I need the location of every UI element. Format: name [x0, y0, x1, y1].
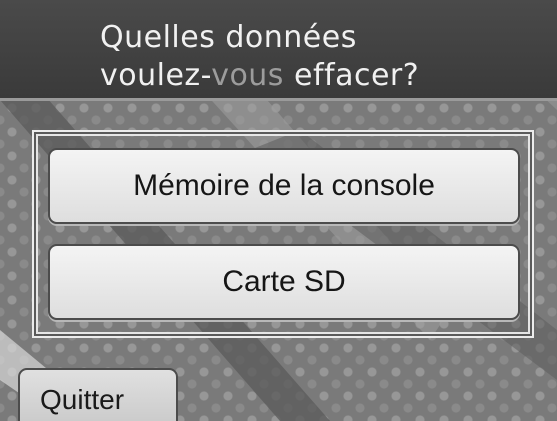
- quit-label: Quitter: [40, 384, 125, 415]
- prompt-line-2-part-b: vous: [211, 58, 284, 93]
- prompt-line-2-part-c: effacer?: [283, 58, 420, 93]
- prompt-line-1: Quelles données: [100, 20, 357, 55]
- sd-card-label: Carte SD: [222, 265, 346, 298]
- sd-card-button[interactable]: Carte SD: [48, 244, 520, 320]
- prompt-line-2-part-a: voulez-: [100, 58, 212, 93]
- console-memory-button[interactable]: Mémoire de la console: [48, 148, 520, 224]
- prompt-line-2: voulez-vous effacer?: [100, 58, 419, 93]
- dialog-header: Quelles données voulez-vous effacer?: [0, 0, 557, 101]
- quit-button[interactable]: Quitter: [18, 368, 178, 421]
- console-memory-label: Mémoire de la console: [133, 169, 435, 202]
- screen: Quelles données voulez-vous effacer? Mém…: [0, 0, 557, 421]
